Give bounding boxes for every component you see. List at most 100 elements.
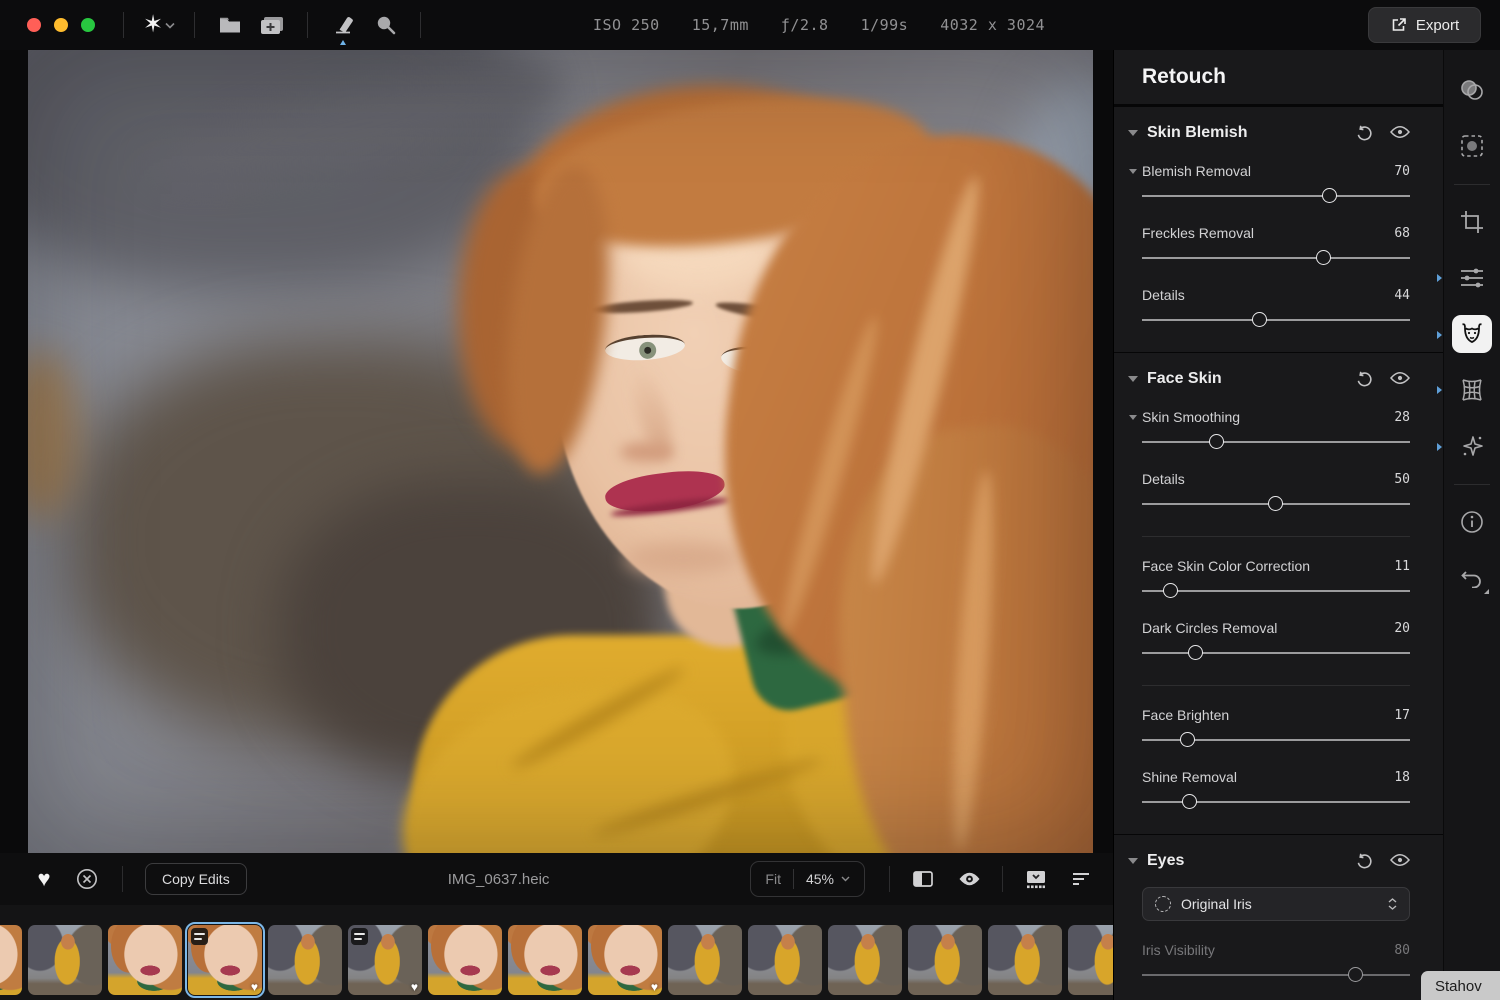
iris-visibility-slider[interactable]: [1142, 967, 1410, 983]
compare-before-after-button[interactable]: [906, 862, 940, 896]
slider-knob[interactable]: [1268, 496, 1283, 511]
control-value: 20: [1394, 621, 1410, 636]
slider-control: Face Skin Color Correction11: [1128, 558, 1410, 599]
control-value: 18: [1394, 770, 1410, 785]
slider-knob[interactable]: [1316, 250, 1331, 265]
shine-removal-slider[interactable]: [1142, 794, 1410, 810]
collapse-triangle-icon[interactable]: [1128, 130, 1138, 136]
slider-control: Details50: [1128, 471, 1410, 512]
filmstrip-thumbnail-selected[interactable]: ♥: [188, 925, 262, 995]
collapse-triangle-icon[interactable]: [1128, 376, 1138, 382]
export-button[interactable]: Export: [1368, 7, 1481, 43]
ai-sparkle-tool-button[interactable]: ✶: [142, 8, 176, 42]
details-slider[interactable]: [1142, 496, 1410, 512]
slider-knob[interactable]: [1163, 583, 1178, 598]
filmstrip-thumbnail[interactable]: [28, 925, 102, 995]
preview-original-button[interactable]: [952, 862, 986, 896]
filmstrip-thumbnail[interactable]: ♥: [0, 925, 22, 995]
filmstrip-thumbnail[interactable]: [748, 925, 822, 995]
expand-triangle-icon[interactable]: [1129, 415, 1137, 420]
zoom-level-dropdown[interactable]: 45%: [806, 871, 850, 887]
circled-x-icon: [76, 868, 98, 890]
divider: [1454, 184, 1490, 185]
visibility-eye-icon[interactable]: [1390, 853, 1410, 867]
filmstrip-thumbnail[interactable]: [108, 925, 182, 995]
dark-circles-removal-slider[interactable]: [1142, 645, 1410, 661]
filmstrip-thumbnail[interactable]: [668, 925, 742, 995]
tool-mask-select[interactable]: [1452, 127, 1492, 165]
close-window-button[interactable]: [27, 18, 41, 32]
add-photos-button[interactable]: [255, 8, 289, 42]
loupe-tool-button[interactable]: [368, 8, 402, 42]
filmstrip-thumbnail[interactable]: [988, 925, 1062, 995]
undo-arrow-icon: [1460, 568, 1484, 588]
slider-knob[interactable]: [1188, 645, 1203, 660]
sparkles-icon: [1459, 433, 1485, 459]
fit-button[interactable]: Fit: [765, 871, 781, 887]
downloads-tooltip: Stahov: [1421, 971, 1500, 1000]
slider-control: Freckles Removal68: [1128, 225, 1410, 266]
reject-button[interactable]: [70, 862, 104, 896]
tool-erase-group[interactable]: [1452, 71, 1492, 109]
control-value: 70: [1394, 164, 1410, 179]
tool-info[interactable]: [1452, 503, 1492, 541]
filmstrip-thumbnail[interactable]: [908, 925, 982, 995]
face-brighten-slider[interactable]: [1142, 732, 1410, 748]
control-label: Iris Visibility: [1142, 942, 1394, 958]
tool-mesh-warp[interactable]: [1452, 371, 1492, 409]
filmstrip-thumbnail[interactable]: [508, 925, 582, 995]
slider-control: Details44: [1128, 287, 1410, 328]
divider: [1142, 685, 1410, 686]
edited-marker: [1437, 386, 1442, 394]
copy-edits-button[interactable]: Copy Edits: [145, 863, 247, 895]
slider-knob[interactable]: [1322, 188, 1337, 203]
filmstrip-thumbnail[interactable]: [828, 925, 902, 995]
sort-lines-icon: [1072, 872, 1092, 886]
filmstrip-row: ♥ ♥ ♥ ♥: [0, 925, 1113, 995]
tool-face-retouch[interactable]: [1452, 315, 1492, 353]
slider-knob[interactable]: [1348, 967, 1363, 982]
filmstrip-toggle-button[interactable]: [1019, 862, 1053, 896]
slider-knob[interactable]: [1180, 732, 1195, 747]
details-slider[interactable]: [1142, 312, 1410, 328]
control-label: Face Skin Color Correction: [1142, 558, 1394, 574]
freckles-removal-slider[interactable]: [1142, 250, 1410, 266]
control-label: Details: [1142, 471, 1394, 487]
exif-dimensions: 4032 x 3024: [940, 16, 1045, 34]
tool-adjustments[interactable]: [1452, 259, 1492, 297]
reset-icon[interactable]: [1356, 853, 1373, 870]
filmstrip-thumbnail[interactable]: ♥: [348, 925, 422, 995]
slider-control: Dark Circles Removal20: [1128, 620, 1410, 661]
visibility-eye-icon[interactable]: [1390, 125, 1410, 139]
reset-icon[interactable]: [1356, 371, 1373, 388]
control-value: 11: [1394, 559, 1410, 574]
filmstrip-thumbnail[interactable]: [1068, 925, 1113, 995]
tool-undo[interactable]: [1452, 559, 1492, 597]
minimize-window-button[interactable]: [54, 18, 68, 32]
tool-enhance[interactable]: [1452, 427, 1492, 465]
iris-style-dropdown[interactable]: Original Iris: [1142, 887, 1410, 921]
slider-knob[interactable]: [1182, 794, 1197, 809]
collapse-triangle-icon[interactable]: [1128, 858, 1138, 864]
catalog-folder-button[interactable]: [213, 8, 247, 42]
slider-knob[interactable]: [1252, 312, 1267, 327]
filmstrip-thumbnail[interactable]: [428, 925, 502, 995]
sort-button[interactable]: [1065, 862, 1099, 896]
zoom-window-button[interactable]: [81, 18, 95, 32]
tool-crop[interactable]: [1452, 203, 1492, 241]
reset-icon[interactable]: [1356, 125, 1373, 142]
skin-smoothing-slider[interactable]: [1142, 434, 1410, 450]
expand-triangle-icon[interactable]: [1129, 169, 1137, 174]
photo-canvas[interactable]: [28, 50, 1093, 853]
blemish-removal-slider[interactable]: [1142, 188, 1410, 204]
favorite-button[interactable]: ♥: [27, 862, 61, 896]
visibility-eye-icon[interactable]: [1390, 371, 1410, 385]
slider-knob[interactable]: [1209, 434, 1224, 449]
eraser-tool-button[interactable]: [326, 8, 360, 42]
filmstrip-thumbnail[interactable]: [268, 925, 342, 995]
filmstrip-thumbnail[interactable]: ♥: [588, 925, 662, 995]
face-skin-color-correction-slider[interactable]: [1142, 583, 1410, 599]
add-photos-icon: [260, 16, 284, 35]
divider: [307, 12, 308, 38]
copy-edits-label: Copy Edits: [162, 871, 230, 887]
